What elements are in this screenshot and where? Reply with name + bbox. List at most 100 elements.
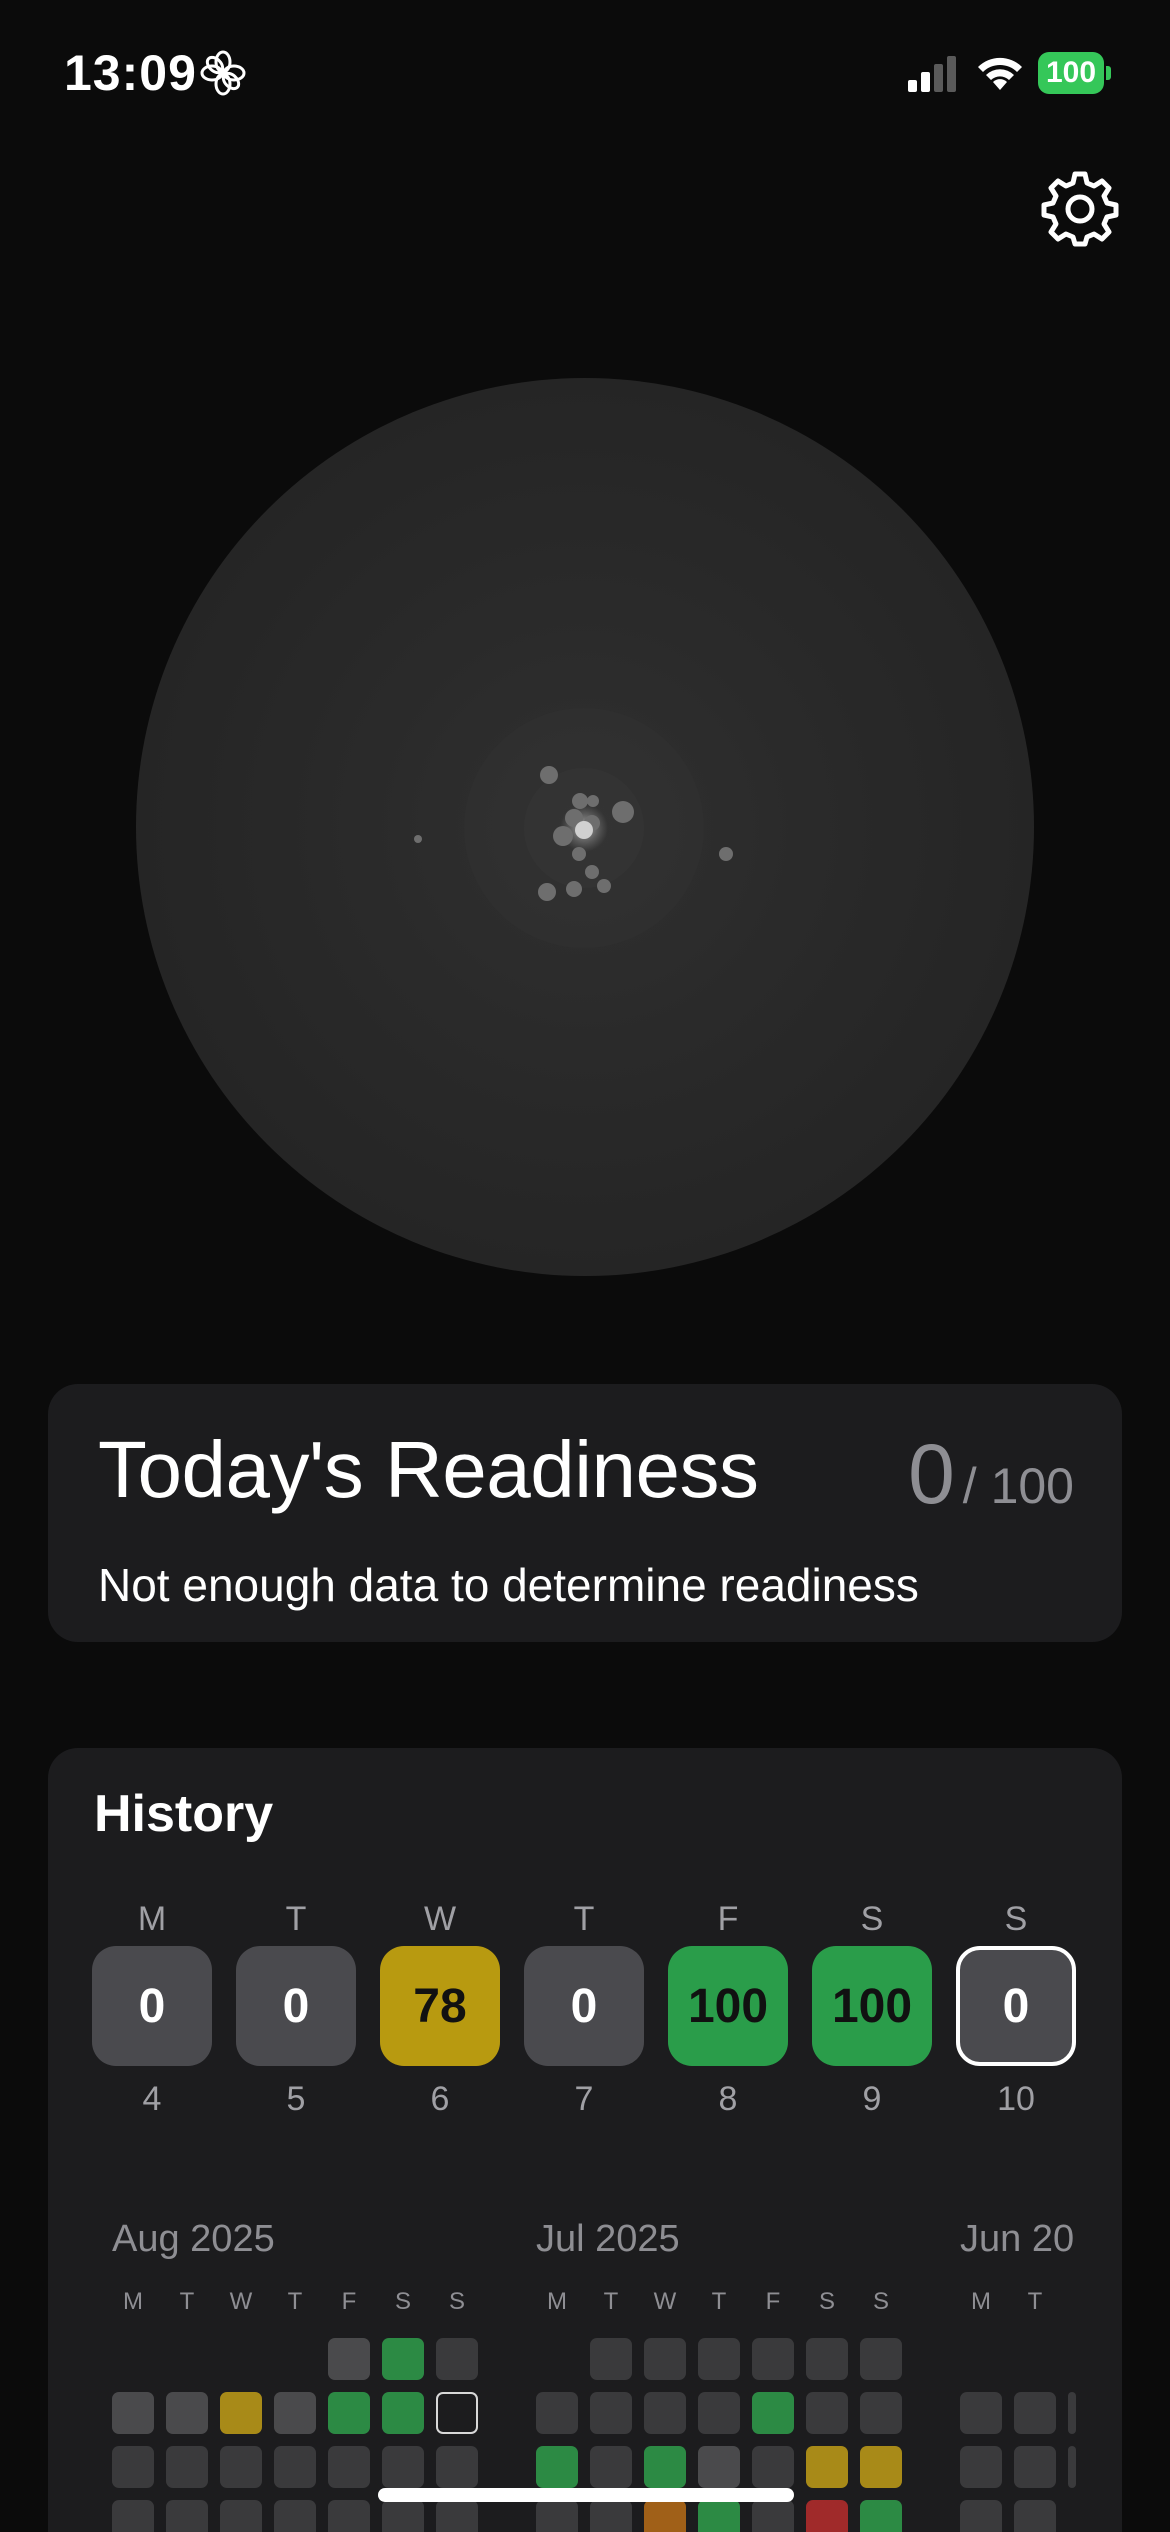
day-cell[interactable] — [860, 2500, 902, 2532]
readiness-score: 0 / 100 — [908, 1432, 1074, 1516]
day-cell[interactable] — [590, 2392, 632, 2434]
day-cell[interactable] — [382, 2392, 424, 2434]
day-cell[interactable] — [328, 2500, 370, 2532]
day-cell[interactable] — [752, 2446, 794, 2488]
month-label: Aug 2025 — [112, 2218, 275, 2260]
day-cell[interactable] — [1014, 2446, 1056, 2488]
day-cell[interactable] — [274, 2500, 316, 2532]
day-cell[interactable] — [328, 2392, 370, 2434]
day-column[interactable]: M 0 4 — [92, 1900, 212, 2118]
day-cell[interactable] — [382, 2338, 424, 2380]
day-cell[interactable] — [1014, 2392, 1056, 2434]
day-cell[interactable] — [806, 2338, 848, 2380]
day-cell[interactable] — [960, 2500, 1002, 2532]
day-cell[interactable] — [806, 2500, 848, 2532]
day-cell[interactable] — [536, 2500, 578, 2532]
day-cell[interactable] — [112, 2392, 154, 2434]
day-column[interactable]: F 100 8 — [668, 1900, 788, 2118]
readiness-title: Today's Readiness — [98, 1425, 759, 1514]
status-time: 13:09 — [64, 45, 197, 101]
dow-label: W — [653, 2288, 677, 2315]
day-score-tile[interactable]: 0 — [524, 1946, 644, 2066]
dow-label: F — [341, 2288, 357, 2315]
day-cell[interactable] — [274, 2446, 316, 2488]
day-cell[interactable] — [698, 2338, 740, 2380]
day-cell[interactable] — [382, 2446, 424, 2488]
day-score-tile-selected[interactable]: 0 — [956, 1946, 1076, 2066]
day-column[interactable]: T 0 5 — [236, 1900, 356, 2118]
day-cell[interactable] — [752, 2392, 794, 2434]
day-cell[interactable] — [274, 2392, 316, 2434]
day-column[interactable]: S 0 10 — [956, 1900, 1076, 2118]
day-score-tile[interactable]: 0 — [236, 1946, 356, 2066]
month-label: Jul 2025 — [536, 2218, 680, 2260]
day-cell[interactable] — [220, 2446, 262, 2488]
month-label: Jun 20 — [960, 2218, 1075, 2260]
day-cell[interactable] — [644, 2446, 686, 2488]
day-cell[interactable] — [644, 2392, 686, 2434]
day-letter: S — [860, 1900, 884, 1938]
day-score-tile[interactable]: 0 — [92, 1946, 212, 2066]
day-cell[interactable] — [698, 2446, 740, 2488]
day-column[interactable]: W 78 6 — [380, 1900, 500, 2118]
day-cell[interactable] — [166, 2446, 208, 2488]
orb-particles — [414, 708, 733, 948]
day-cell[interactable] — [382, 2500, 424, 2532]
day-cell[interactable] — [590, 2446, 632, 2488]
day-cell[interactable] — [644, 2338, 686, 2380]
gear-icon[interactable] — [1040, 168, 1120, 248]
day-cell[interactable] — [328, 2446, 370, 2488]
day-cell[interactable] — [752, 2338, 794, 2380]
day-cell[interactable] — [860, 2446, 902, 2488]
day-letter: S — [1004, 1900, 1028, 1938]
day-cell[interactable] — [590, 2338, 632, 2380]
focus-flower-icon — [200, 50, 246, 96]
dow-label: T — [287, 2288, 303, 2315]
day-cell[interactable] — [166, 2500, 208, 2532]
day-date: 5 — [286, 2080, 306, 2118]
day-cell[interactable] — [806, 2392, 848, 2434]
day-score-tile[interactable]: 100 — [812, 1946, 932, 2066]
dow-label: S — [872, 2288, 889, 2315]
day-cell-selected[interactable] — [436, 2392, 478, 2434]
day-cell[interactable] — [860, 2338, 902, 2380]
day-cell[interactable] — [436, 2446, 478, 2488]
day-cell[interactable] — [1068, 2446, 1076, 2488]
day-cell[interactable] — [220, 2500, 262, 2532]
day-cell[interactable] — [590, 2500, 632, 2532]
score-value: 0 — [908, 1427, 955, 1521]
day-cell[interactable] — [1014, 2500, 1056, 2532]
home-indicator[interactable] — [378, 2488, 794, 2502]
day-score-tile[interactable]: 78 — [380, 1946, 500, 2066]
readiness-card[interactable]: Today's Readiness 0 / 100 Not enough dat… — [48, 1384, 1122, 1642]
day-cell[interactable] — [166, 2392, 208, 2434]
history-title: History — [94, 1785, 274, 1843]
day-cell[interactable] — [536, 2392, 578, 2434]
day-cell[interactable] — [1068, 2392, 1076, 2434]
day-cell[interactable] — [960, 2392, 1002, 2434]
dow-label: S — [818, 2288, 835, 2315]
day-cell[interactable] — [698, 2392, 740, 2434]
day-cell[interactable] — [112, 2446, 154, 2488]
day-cell[interactable] — [536, 2446, 578, 2488]
day-cell[interactable] — [806, 2446, 848, 2488]
day-cell[interactable] — [436, 2338, 478, 2380]
day-cell[interactable] — [644, 2500, 686, 2532]
day-score-tile[interactable]: 100 — [668, 1946, 788, 2066]
day-letter: T — [573, 1900, 595, 1938]
day-column[interactable]: S 100 9 — [812, 1900, 932, 2118]
day-letter: W — [423, 1900, 457, 1938]
day-column[interactable]: T 0 7 — [524, 1900, 644, 2118]
dow-label: S — [394, 2288, 411, 2315]
day-cell[interactable] — [752, 2500, 794, 2532]
battery-icon: 100 — [1038, 52, 1111, 94]
wifi-icon — [978, 57, 1022, 90]
day-cell[interactable] — [860, 2392, 902, 2434]
dow-label: M — [547, 2288, 567, 2315]
day-cell[interactable] — [960, 2446, 1002, 2488]
day-cell[interactable] — [112, 2500, 154, 2532]
day-cell[interactable] — [220, 2392, 262, 2434]
day-cell[interactable] — [328, 2338, 370, 2380]
day-cell[interactable] — [698, 2500, 740, 2532]
day-cell[interactable] — [436, 2500, 478, 2532]
